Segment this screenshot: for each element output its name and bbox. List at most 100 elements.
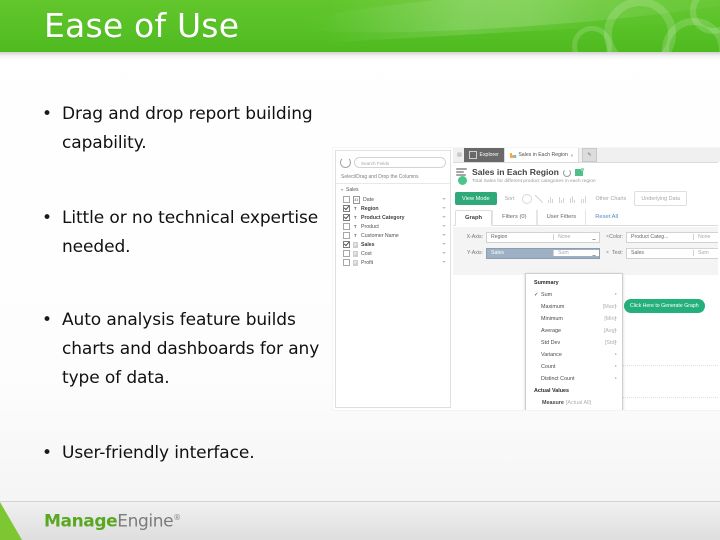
sort-button[interactable]: Sort xyxy=(500,192,520,205)
field-item-product[interactable]: T Product xyxy=(336,222,450,231)
tab-graph[interactable]: Graph xyxy=(455,210,493,226)
bullet-marker-icon: • xyxy=(42,310,53,330)
line-chart-icon[interactable] xyxy=(535,194,544,203)
field-item-date[interactable]: 31 Date xyxy=(336,195,450,204)
x-axis-label: X-Axis: xyxy=(466,234,483,240)
underlying-data-button[interactable]: Underlying Data xyxy=(634,191,687,206)
field-item-product-category[interactable]: T Product Category xyxy=(336,213,450,222)
generate-graph-button[interactable]: Click Here to Generate Graph xyxy=(624,299,705,313)
checkbox[interactable] xyxy=(343,250,350,257)
chevron-down-icon[interactable] xyxy=(442,207,446,209)
slide: Ease of Use • Drag and drop report build… xyxy=(0,0,720,540)
menu-item-average[interactable]: Average [Avg] xyxy=(526,325,622,337)
menu-item-count[interactable]: Count xyxy=(526,361,622,373)
refresh-icon[interactable] xyxy=(340,156,351,168)
field-item-customer-name[interactable]: T Customer Name xyxy=(336,231,450,240)
report-subtitle: Total Sales for different product catego… xyxy=(472,179,596,184)
field-item-profit[interactable]: # Profit xyxy=(336,258,450,267)
field-item-sales[interactable]: # Sales xyxy=(336,240,450,249)
check-icon: ✓ xyxy=(534,292,539,298)
menu-item-maximum[interactable]: Maximum [Max] xyxy=(526,301,622,313)
menu-item-treat-as-number[interactable]: Treat as Number xyxy=(526,409,622,410)
color-field-name: Product Categ... xyxy=(631,234,669,240)
bullet-text: Drag and drop report building capability… xyxy=(62,104,313,153)
report-title-row: Sales in Each Region xyxy=(472,167,720,178)
checkbox[interactable] xyxy=(343,223,350,230)
text-field-pill[interactable]: Sales Sum xyxy=(626,247,720,259)
menu-item-label: Maximum xyxy=(541,304,565,310)
field-label: Customer Name xyxy=(361,232,399,239)
view-mode-button[interactable]: View Mode xyxy=(455,192,497,205)
color-label: Color: xyxy=(609,234,623,240)
tab-label: Explorer xyxy=(479,152,499,158)
tab-explorer[interactable]: Explorer xyxy=(464,148,504,162)
text-aggregation-select[interactable]: Sum xyxy=(693,250,720,256)
menu-item-distinct-count[interactable]: Distinct Count xyxy=(526,373,622,385)
summary-menu-heading-actual-values: Actual Values xyxy=(534,388,570,394)
checkbox[interactable] xyxy=(343,232,350,239)
app-menu-icon[interactable]: ▤ xyxy=(455,148,464,162)
y-axis-field-name: Sales xyxy=(491,250,504,256)
menu-item-sum[interactable]: ✓ Sum xyxy=(526,289,622,301)
x-axis-field-name: Region xyxy=(491,234,508,240)
menu-item-variance[interactable]: Variance xyxy=(526,349,622,361)
wrench-icon[interactable]: ✎ xyxy=(582,148,598,162)
number-type-icon: # xyxy=(352,259,358,266)
checkbox[interactable] xyxy=(343,259,350,266)
number-type-icon: # xyxy=(352,250,358,257)
color-aggregation-select[interactable]: None xyxy=(693,234,720,240)
close-icon[interactable]: × xyxy=(570,153,573,158)
menu-item-std-dev[interactable]: Std Dev [Std] xyxy=(526,337,622,349)
chevron-down-icon[interactable] xyxy=(442,216,446,218)
export-icon[interactable] xyxy=(574,167,584,176)
tab-sales-in-each-region[interactable]: Sales in Each Region × xyxy=(503,148,580,162)
field-group-label: Sales xyxy=(346,187,359,193)
refresh-icon[interactable] xyxy=(562,168,571,177)
pie-chart-icon[interactable] xyxy=(522,193,533,204)
menu-item-minimum[interactable]: Minimum [Min] xyxy=(526,313,622,325)
report-toolbar: View Mode Sort Other Charts Underlying D… xyxy=(453,189,720,209)
chevron-down-icon[interactable] xyxy=(442,252,446,254)
chart-gridline xyxy=(611,397,718,398)
checkbox[interactable] xyxy=(343,214,350,221)
color-field-pill[interactable]: Product Categ... None xyxy=(626,231,720,243)
field-item-region[interactable]: T Region xyxy=(336,204,450,213)
bar-chart-icon[interactable] xyxy=(546,195,554,203)
bullet-marker-icon: • xyxy=(42,443,53,463)
bullet-list: • Drag and drop report building capabili… xyxy=(38,100,338,494)
x-axis-field-pill[interactable]: Region None xyxy=(486,231,600,243)
field-label: Sales xyxy=(361,241,375,248)
chevron-down-icon[interactable] xyxy=(442,225,446,227)
logo-registered-mark: ® xyxy=(173,513,182,523)
bullet-text: User-friendly interface. xyxy=(62,443,255,463)
column-chart-icon[interactable] xyxy=(557,195,565,203)
slide-header-band: Ease of Use xyxy=(0,0,720,52)
menu-item-label: Average xyxy=(541,328,561,334)
tab-user-filters[interactable]: User Filters xyxy=(536,210,587,225)
chevron-down-icon[interactable] xyxy=(442,261,446,263)
area-chart-icon[interactable] xyxy=(579,195,587,203)
chevron-down-icon[interactable] xyxy=(442,243,446,245)
field-group-sales[interactable]: Sales xyxy=(336,184,450,195)
search-input[interactable]: Search Fields xyxy=(354,156,446,168)
reset-all-link[interactable]: Reset All xyxy=(586,210,627,225)
y-axis-field-pill[interactable]: Sales Sum xyxy=(486,247,600,259)
text-label: Text: xyxy=(612,250,623,256)
chevron-down-icon[interactable] xyxy=(442,234,446,236)
summary-menu-heading: Summary xyxy=(534,280,559,286)
chevron-down-icon[interactable] xyxy=(442,198,446,200)
checkbox[interactable] xyxy=(343,241,350,248)
field-item-cost[interactable]: # Cost xyxy=(336,249,450,258)
tab-filters[interactable]: Filters (0) xyxy=(492,210,537,225)
checkbox[interactable] xyxy=(343,205,350,212)
grid-icon xyxy=(469,151,477,159)
fields-search-row: Search Fields xyxy=(336,151,450,170)
y-axis-row: Y-Axis: Sales Sum × xyxy=(453,247,612,259)
list-item: • Drag and drop report building capabili… xyxy=(38,100,338,158)
report-titles: Sales in Each Region Total Sales for dif… xyxy=(472,167,720,186)
field-label: Cost xyxy=(361,250,372,257)
other-charts-button[interactable]: Other Charts xyxy=(590,192,631,205)
checkbox[interactable] xyxy=(343,196,350,203)
stacked-chart-icon[interactable] xyxy=(568,195,576,203)
menu-item-measure[interactable]: Measure [Actual All] xyxy=(526,397,622,409)
